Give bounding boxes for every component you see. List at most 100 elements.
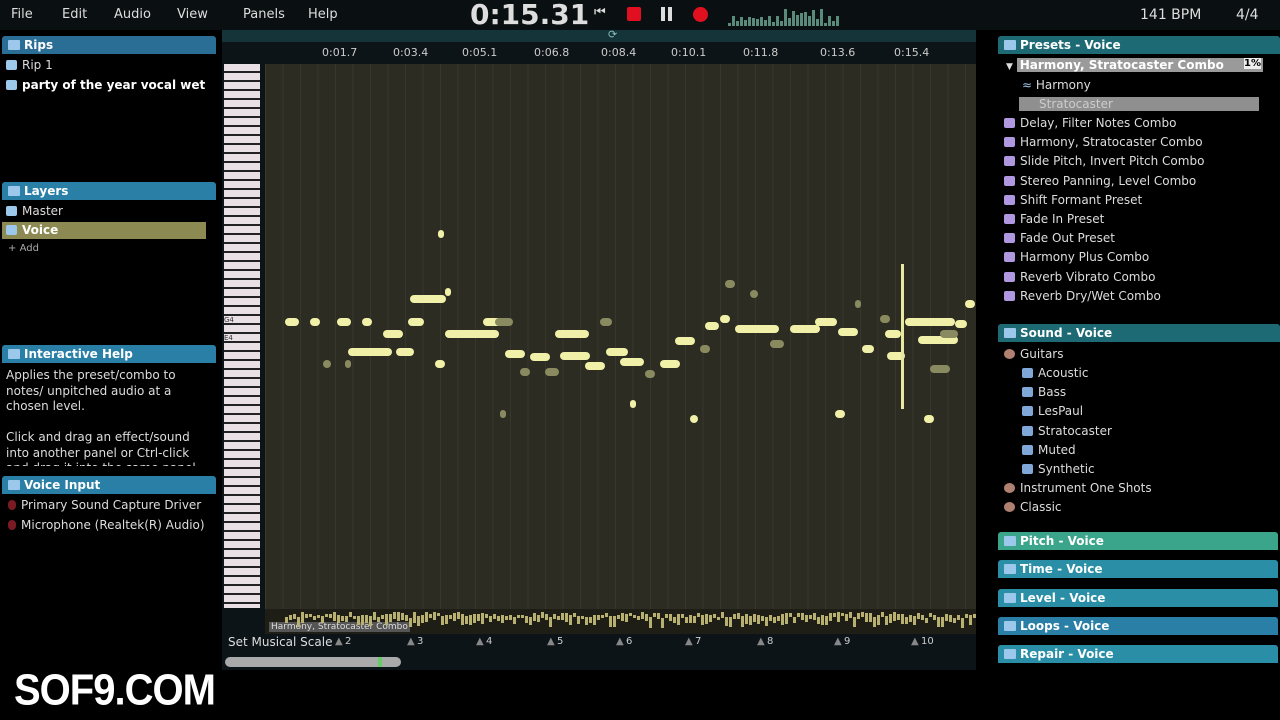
note[interactable]: [838, 328, 858, 336]
layers-header[interactable]: Layers: [2, 182, 216, 200]
preset-item[interactable]: Fade Out Preset: [1004, 231, 1115, 245]
panel-header-pitch[interactable]: Pitch - Voice: [998, 532, 1278, 550]
menu-view[interactable]: View: [177, 7, 208, 22]
note[interactable]: [383, 330, 403, 338]
note[interactable]: [396, 348, 414, 356]
panel-header-loops[interactable]: Loops - Voice: [998, 617, 1278, 635]
preset-item[interactable]: Reverb Vibrato Combo: [1004, 270, 1155, 284]
record-icon[interactable]: [693, 7, 708, 22]
menu-help[interactable]: Help: [308, 7, 338, 22]
piano-keyboard[interactable]: G4 E4: [224, 64, 260, 608]
note[interactable]: [735, 325, 779, 333]
note[interactable]: [530, 353, 550, 361]
preset-item[interactable]: Fade In Preset: [1004, 212, 1104, 226]
sound-group[interactable]: Classic: [1004, 500, 1062, 514]
bar-marker-icon[interactable]: ▲: [911, 636, 919, 647]
note[interactable]: [445, 330, 499, 338]
bar-marker-icon[interactable]: ▲: [547, 636, 555, 647]
bar-marker-icon[interactable]: ▲: [476, 636, 484, 647]
note[interactable]: [790, 325, 820, 333]
note[interactable]: [815, 318, 837, 326]
bar-marker-icon[interactable]: ▲: [616, 636, 624, 647]
panel-header-level[interactable]: Level - Voice: [998, 589, 1278, 607]
loop-icon[interactable]: ⟳: [608, 28, 617, 41]
piano-roll[interactable]: Harmony, Stratocaster Combo: [265, 64, 976, 634]
bar-marker-icon[interactable]: ▲: [335, 636, 343, 647]
note[interactable]: [337, 318, 351, 326]
stop-icon[interactable]: [627, 7, 641, 21]
panel-header-repair[interactable]: Repair - Voice: [998, 645, 1278, 663]
bar-marker-icon[interactable]: ▲: [685, 636, 693, 647]
menu-file[interactable]: File: [11, 7, 33, 22]
note[interactable]: [690, 415, 698, 423]
menu-audio[interactable]: Audio: [114, 7, 151, 22]
add-layer-button[interactable]: + Add: [8, 243, 39, 254]
clip-label[interactable]: Harmony, Stratocaster Combo: [269, 622, 410, 632]
note[interactable]: [675, 337, 695, 345]
bar-marker-icon[interactable]: ▲: [757, 636, 765, 647]
preset-sub-harmony[interactable]: ≈ Harmony: [1022, 78, 1091, 92]
rips-header[interactable]: Rips: [2, 36, 216, 54]
bar-marker-icon[interactable]: ▲: [834, 636, 842, 647]
sound-group[interactable]: Instrument One Shots: [1004, 481, 1152, 495]
bar-marker-icon[interactable]: ▲: [407, 636, 415, 647]
preset-item[interactable]: Harmony, Stratocaster Combo: [1004, 135, 1203, 149]
note[interactable]: [408, 318, 424, 326]
set-musical-scale-button[interactable]: Set Musical Scale: [228, 635, 332, 649]
time-ruler[interactable]: 0:01.7 0:03.4 0:05.1 0:06.8 0:08.4 0:10.1 0:11…: [222, 42, 976, 62]
sound-group-guitars[interactable]: Guitars: [1004, 347, 1063, 361]
note[interactable]: [965, 300, 975, 308]
menu-panels[interactable]: Panels: [243, 7, 285, 22]
note[interactable]: [905, 318, 955, 326]
note[interactable]: [310, 318, 320, 326]
note[interactable]: [835, 410, 845, 418]
sound-item[interactable]: Muted: [1022, 443, 1076, 457]
note[interactable]: [924, 415, 934, 423]
note[interactable]: [660, 360, 680, 368]
preset-item[interactable]: Delay, Filter Notes Combo: [1004, 116, 1176, 130]
bpm-display[interactable]: 141 BPM: [1140, 7, 1201, 23]
skip-back-icon[interactable]: ⏮: [594, 5, 608, 19]
input-device[interactable]: Primary Sound Capture Driver: [8, 498, 201, 512]
note[interactable]: [885, 330, 901, 338]
preset-item[interactable]: Harmony Plus Combo: [1004, 250, 1149, 264]
preset-selected[interactable]: ▼ Harmony, Stratocaster Combo: [1006, 58, 1263, 72]
menu-edit[interactable]: Edit: [62, 7, 87, 22]
note[interactable]: [720, 315, 730, 323]
time-signature[interactable]: 4/4: [1236, 7, 1259, 23]
note[interactable]: [630, 400, 636, 408]
note[interactable]: [620, 358, 644, 366]
note[interactable]: [505, 350, 525, 358]
sound-item[interactable]: Bass: [1022, 385, 1066, 399]
note[interactable]: [555, 330, 589, 338]
note[interactable]: [955, 320, 967, 328]
horizontal-scrollbar[interactable]: [225, 657, 401, 667]
sound-item[interactable]: LesPaul: [1022, 404, 1083, 418]
sound-item[interactable]: Synthetic: [1022, 462, 1095, 476]
preset-item[interactable]: Shift Formant Preset: [1004, 193, 1142, 207]
help-header[interactable]: Interactive Help: [2, 345, 216, 363]
sound-item[interactable]: Acoustic: [1022, 366, 1088, 380]
preset-item[interactable]: Slide Pitch, Invert Pitch Combo: [1004, 154, 1204, 168]
preset-item[interactable]: Reverb Dry/Wet Combo: [1004, 289, 1161, 303]
note[interactable]: [348, 348, 392, 356]
pause-icon[interactable]: [661, 7, 672, 21]
note[interactable]: [438, 230, 444, 238]
sound-header[interactable]: Sound - Voice: [998, 324, 1280, 342]
note[interactable]: [606, 348, 628, 356]
input-device[interactable]: Microphone (Realtek(R) Audio): [8, 518, 205, 532]
note[interactable]: [862, 345, 874, 353]
panel-header-time[interactable]: Time - Voice: [998, 560, 1278, 578]
layer-voice[interactable]: Voice: [2, 222, 206, 239]
level-slider[interactable]: 1%: [1244, 58, 1261, 69]
rip-item[interactable]: Rip 1: [6, 58, 53, 72]
rip-item[interactable]: party of the year vocal wet: [6, 78, 205, 92]
note[interactable]: [285, 318, 299, 326]
layer-master[interactable]: Master: [6, 204, 63, 218]
loop-bar[interactable]: ⟳: [222, 30, 976, 42]
preset-sub-stratocaster[interactable]: Stratocaster: [1019, 97, 1259, 111]
note[interactable]: [410, 295, 446, 303]
note[interactable]: [362, 318, 372, 326]
note[interactable]: [445, 288, 451, 296]
preset-item[interactable]: Stereo Panning, Level Combo: [1004, 174, 1196, 188]
